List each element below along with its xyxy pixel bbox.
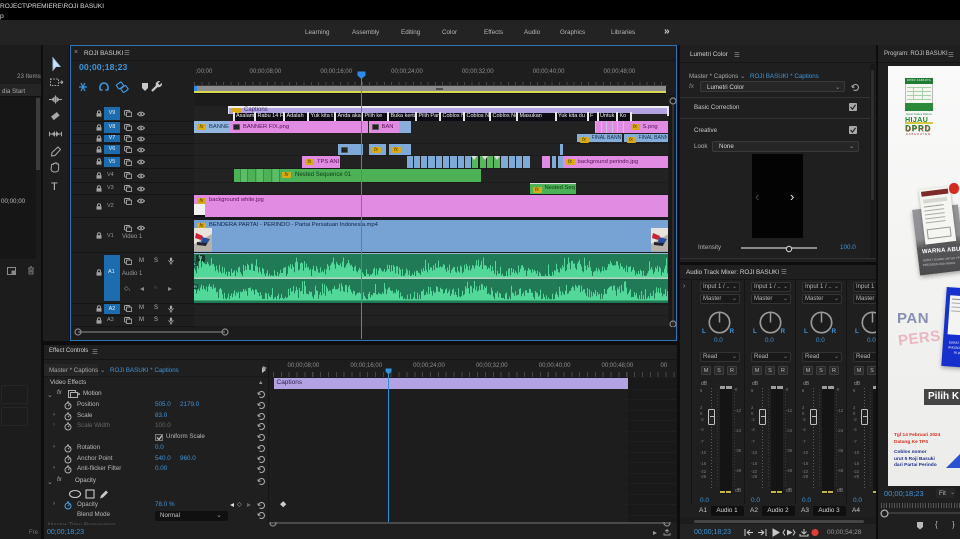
svg-text:T: T [51, 181, 58, 193]
